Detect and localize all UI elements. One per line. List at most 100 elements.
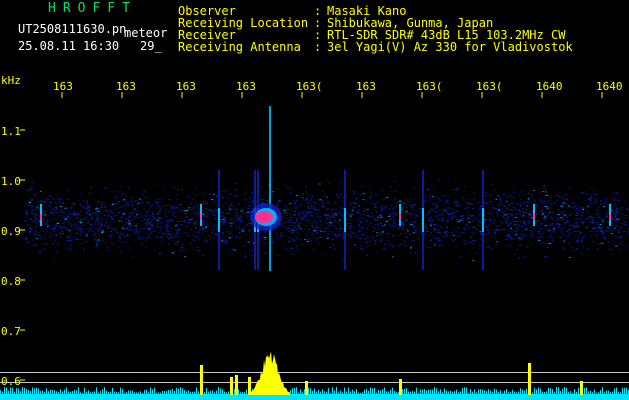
noise-pixel bbox=[593, 217, 596, 219]
noise-pixel bbox=[506, 200, 508, 202]
noise-pixel bbox=[128, 216, 131, 218]
noise-pixel bbox=[298, 216, 301, 218]
noise-pixel bbox=[235, 236, 238, 238]
baseline-spike bbox=[42, 390, 43, 395]
noise-pixel bbox=[556, 199, 559, 201]
noise-pixel bbox=[183, 219, 186, 221]
noise-pixel bbox=[485, 225, 488, 227]
noise-pixel bbox=[602, 231, 605, 233]
noise-pixel bbox=[354, 245, 356, 246]
noise-pixel bbox=[98, 232, 101, 234]
noise-pixel bbox=[140, 215, 143, 217]
noise-pixel bbox=[151, 212, 154, 214]
noise-pixel bbox=[450, 237, 453, 239]
baseline-spike bbox=[234, 388, 235, 395]
noise-pixel bbox=[464, 185, 467, 187]
baseline-spike bbox=[44, 391, 45, 395]
noise-pixel bbox=[549, 233, 552, 235]
noise-pixel bbox=[35, 215, 38, 217]
noise-pixel bbox=[575, 218, 578, 220]
noise-pixel bbox=[492, 235, 495, 237]
noise-pixel bbox=[385, 205, 388, 207]
noise-pixel bbox=[614, 213, 617, 215]
noise-pixel bbox=[334, 203, 337, 205]
noise-pixel bbox=[80, 218, 83, 220]
noise-pixel bbox=[377, 223, 380, 225]
noise-pixel bbox=[159, 252, 162, 254]
noise-pixel bbox=[52, 197, 55, 199]
noise-pixel bbox=[386, 236, 389, 238]
noise-pixel bbox=[331, 231, 334, 233]
noise-pixel bbox=[311, 222, 314, 224]
noise-pixel bbox=[208, 209, 211, 211]
noise-pixel bbox=[300, 219, 303, 220]
noise-pixel bbox=[289, 219, 292, 221]
noise-pixel bbox=[517, 216, 519, 218]
noise-pixel bbox=[113, 220, 116, 222]
amplitude-peak bbox=[230, 377, 233, 395]
noise-pixel bbox=[525, 245, 528, 247]
noise-pixel bbox=[265, 191, 268, 193]
noise-pixel bbox=[142, 208, 145, 210]
noise-pixel bbox=[624, 217, 627, 219]
noise-pixel bbox=[575, 234, 578, 236]
noise-pixel bbox=[359, 214, 362, 216]
baseline-spike bbox=[198, 391, 199, 395]
noise-pixel bbox=[320, 237, 322, 239]
noise-pixel bbox=[193, 207, 196, 209]
noise-pixel bbox=[137, 217, 140, 219]
noise-pixel bbox=[175, 223, 178, 225]
noise-pixel bbox=[100, 220, 103, 222]
noise-pixel bbox=[172, 212, 175, 214]
noise-pixel bbox=[131, 205, 134, 207]
noise-pixel bbox=[290, 232, 293, 234]
noise-pixel bbox=[557, 214, 560, 215]
noise-pixel bbox=[591, 222, 594, 223]
noise-pixel bbox=[393, 219, 395, 221]
noise-pixel bbox=[90, 228, 93, 230]
noise-pixel bbox=[96, 221, 99, 223]
noise-pixel bbox=[377, 224, 380, 226]
noise-pixel bbox=[202, 202, 205, 204]
baseline-spike bbox=[576, 392, 577, 395]
noise-pixel bbox=[608, 227, 611, 229]
noise-pixel bbox=[447, 232, 450, 234]
noise-pixel bbox=[590, 234, 593, 236]
noise-pixel bbox=[164, 204, 167, 206]
noise-pixel bbox=[563, 223, 566, 225]
noise-pixel bbox=[288, 237, 291, 239]
noise-pixel bbox=[373, 204, 376, 205]
noise-pixel bbox=[147, 201, 150, 203]
noise-pixel bbox=[516, 203, 519, 205]
noise-pixel bbox=[471, 220, 474, 222]
noise-pixel bbox=[366, 255, 369, 257]
noise-pixel bbox=[127, 217, 130, 219]
noise-pixel bbox=[510, 227, 512, 229]
noise-pixel bbox=[101, 231, 104, 233]
baseline-spike bbox=[240, 392, 241, 395]
noise-pixel bbox=[414, 231, 417, 233]
baseline-spike bbox=[134, 392, 135, 395]
noise-pixel bbox=[350, 225, 353, 227]
noise-pixel bbox=[617, 231, 620, 233]
noise-pixel bbox=[134, 207, 137, 209]
baseline-spike bbox=[70, 391, 71, 395]
noise-pixel bbox=[326, 217, 329, 219]
noise-pixel bbox=[126, 201, 129, 203]
baseline-spike bbox=[596, 392, 597, 395]
noise-pixel bbox=[406, 213, 409, 215]
noise-pixel bbox=[397, 255, 400, 257]
noise-pixel bbox=[501, 228, 504, 230]
noise-pixel bbox=[142, 241, 145, 243]
baseline-spike bbox=[406, 388, 407, 395]
noise-pixel bbox=[175, 229, 178, 231]
noise-pixel bbox=[129, 219, 132, 221]
noise-pixel bbox=[505, 217, 508, 218]
noise-pixel bbox=[413, 187, 416, 189]
noise-pixel bbox=[603, 206, 606, 208]
noise-pixel bbox=[164, 232, 166, 234]
noise-pixel bbox=[141, 238, 144, 240]
noise-pixel bbox=[156, 184, 159, 186]
noise-pixel bbox=[541, 202, 543, 203]
noise-pixel bbox=[556, 194, 559, 196]
